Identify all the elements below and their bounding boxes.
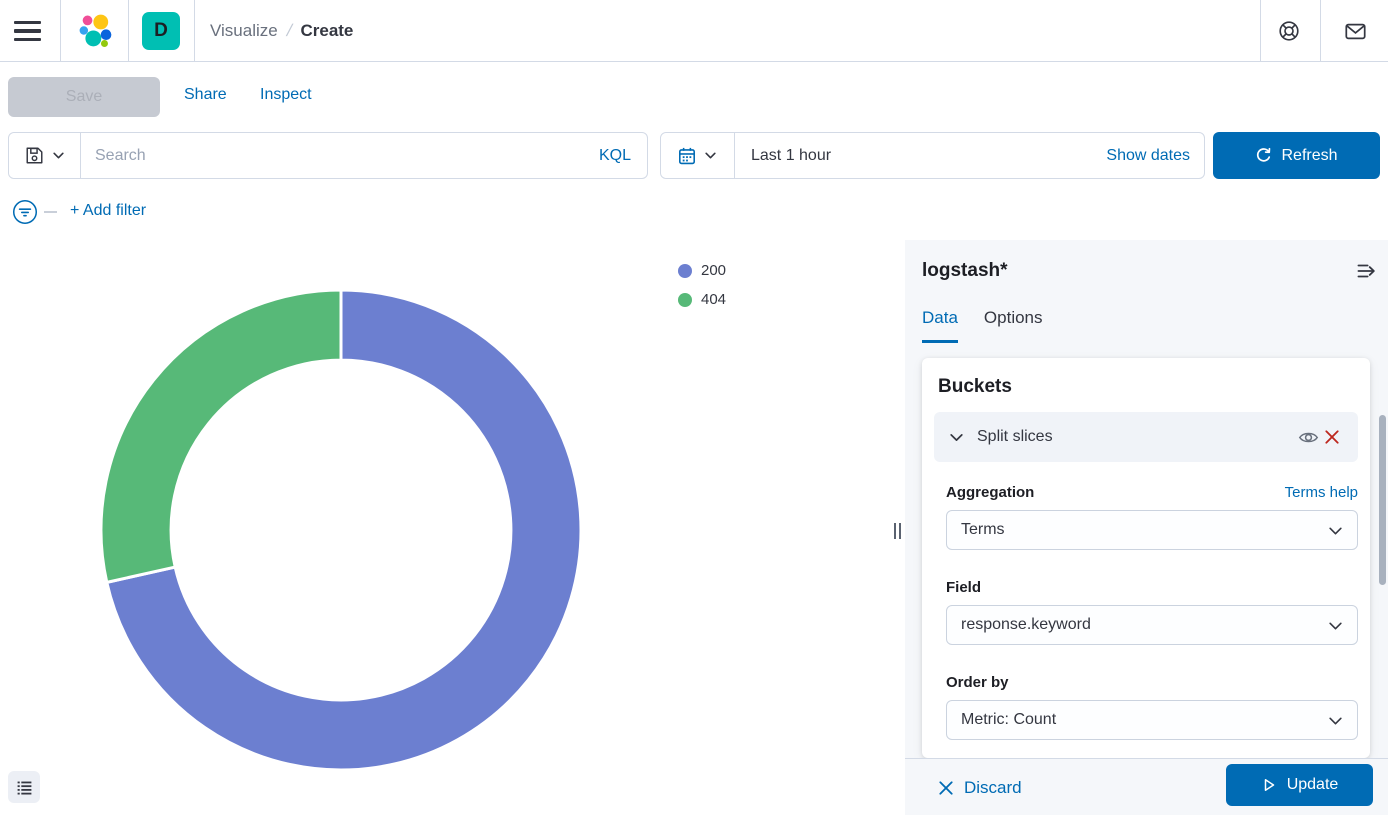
refresh-button[interactable]: Refresh bbox=[1213, 132, 1380, 179]
order-by-value: Metric: Count bbox=[961, 711, 1328, 729]
search-bar-group: KQL bbox=[8, 132, 648, 179]
time-range-value[interactable]: Last 1 hour bbox=[735, 133, 1092, 178]
panel-resizer-handle[interactable] bbox=[889, 520, 905, 542]
buckets-title: Buckets bbox=[938, 376, 1012, 398]
discard-label: Discard bbox=[964, 778, 1022, 798]
main-content: 200 404 logstash* bbox=[0, 240, 1388, 815]
buckets-card: Buckets Split slices bbox=[922, 358, 1370, 758]
legend-label: 404 bbox=[701, 291, 726, 308]
elastic-logo-icon[interactable] bbox=[78, 13, 114, 49]
list-icon bbox=[16, 779, 33, 796]
legend-label: 200 bbox=[701, 262, 726, 279]
share-button[interactable]: Share bbox=[184, 62, 227, 128]
visualization-editor-panel: logstash* Data Options Buckets bbox=[905, 240, 1388, 815]
chevron-down-icon bbox=[52, 149, 65, 162]
order-by-select[interactable]: Metric: Count bbox=[946, 700, 1358, 740]
breadcrumb-visualize[interactable]: Visualize bbox=[210, 21, 278, 41]
legend-dot bbox=[678, 293, 692, 307]
newsfeed-mail-icon[interactable] bbox=[1341, 17, 1369, 45]
chevron-down-icon bbox=[704, 149, 717, 162]
donut-slice-404[interactable] bbox=[101, 290, 341, 582]
chevron-down-icon bbox=[1328, 523, 1343, 538]
query-language-button[interactable]: KQL bbox=[583, 133, 647, 178]
breadcrumb-separator: / bbox=[284, 21, 294, 41]
legend-dot bbox=[678, 264, 692, 278]
query-bar: KQL Last 1 hour S bbox=[0, 132, 1388, 179]
refresh-icon bbox=[1255, 147, 1272, 164]
discard-button[interactable]: Discard bbox=[938, 759, 1022, 815]
save-query-icon bbox=[25, 146, 44, 165]
close-x-icon bbox=[938, 780, 954, 796]
header-divider bbox=[1320, 0, 1321, 62]
header-divider bbox=[1260, 0, 1261, 62]
order-by-label: Order by bbox=[946, 674, 1009, 691]
visualize-toolbar: Save Share Inspect bbox=[0, 62, 1388, 128]
play-icon bbox=[1261, 777, 1277, 793]
calendar-icon bbox=[678, 147, 696, 165]
breadcrumb-create: Create bbox=[300, 21, 353, 41]
field-label-row: Field bbox=[946, 579, 1358, 596]
filter-dash bbox=[44, 211, 57, 213]
eye-icon[interactable] bbox=[1296, 425, 1320, 449]
kibana-visualize-app: D Visualize / Create Sa bbox=[0, 0, 1388, 815]
chevron-down-icon bbox=[1328, 713, 1343, 728]
header-divider bbox=[60, 0, 61, 62]
update-button[interactable]: Update bbox=[1226, 764, 1373, 806]
index-pattern-title: logstash* bbox=[922, 260, 1008, 282]
top-header: D Visualize / Create bbox=[0, 0, 1388, 62]
aggregation-label: Aggregation bbox=[946, 484, 1034, 501]
collapse-panel-icon[interactable] bbox=[1356, 260, 1378, 282]
date-quick-select-button[interactable] bbox=[661, 133, 735, 178]
update-label: Update bbox=[1287, 776, 1339, 794]
header-divider bbox=[194, 0, 195, 62]
show-dates-button[interactable]: Show dates bbox=[1092, 133, 1204, 178]
aggregation-label-row: Aggregation Terms help bbox=[946, 484, 1358, 501]
field-select[interactable]: response.keyword bbox=[946, 605, 1358, 645]
toggle-legend-button[interactable] bbox=[8, 771, 40, 803]
tab-data[interactable]: Data bbox=[922, 308, 958, 343]
panel-scrollbar-thumb[interactable] bbox=[1379, 415, 1386, 585]
split-slices-label: Split slices bbox=[977, 428, 1296, 446]
legend-item-404[interactable]: 404 bbox=[678, 291, 726, 308]
split-slices-accordion[interactable]: Split slices bbox=[934, 412, 1358, 462]
space-avatar[interactable]: D bbox=[142, 12, 180, 50]
field-label: Field bbox=[946, 579, 981, 596]
terms-help-link[interactable]: Terms help bbox=[1285, 484, 1358, 501]
chevron-down-icon bbox=[948, 429, 965, 446]
breadcrumb: Visualize / Create bbox=[210, 0, 353, 62]
header-divider bbox=[128, 0, 129, 62]
remove-bucket-x-icon[interactable] bbox=[1320, 425, 1344, 449]
inspect-button[interactable]: Inspect bbox=[260, 62, 312, 128]
help-icon[interactable] bbox=[1275, 17, 1303, 45]
menu-icon[interactable] bbox=[14, 17, 46, 45]
legend-item-200[interactable]: 200 bbox=[678, 262, 726, 279]
save-button[interactable]: Save bbox=[8, 77, 160, 117]
aggregation-select[interactable]: Terms bbox=[946, 510, 1358, 550]
filter-bar: + Add filter bbox=[0, 187, 1388, 235]
donut-chart bbox=[91, 280, 591, 780]
filter-options-icon[interactable] bbox=[12, 199, 38, 225]
editor-tabs: Data Options bbox=[922, 308, 1043, 343]
chart-legend: 200 404 bbox=[678, 262, 726, 308]
chevron-down-icon bbox=[1328, 618, 1343, 633]
add-filter-button[interactable]: + Add filter bbox=[70, 187, 146, 235]
order-by-label-row: Order by bbox=[946, 674, 1358, 691]
visualization-chart-area: 200 404 bbox=[0, 240, 905, 815]
refresh-label: Refresh bbox=[1281, 147, 1337, 165]
search-input[interactable] bbox=[81, 133, 583, 178]
editor-footer: Discard Update bbox=[905, 758, 1388, 815]
tab-options[interactable]: Options bbox=[984, 308, 1043, 343]
time-picker-group: Last 1 hour Show dates bbox=[660, 132, 1205, 179]
field-value: response.keyword bbox=[961, 616, 1328, 634]
saved-query-menu-button[interactable] bbox=[9, 133, 81, 178]
aggregation-value: Terms bbox=[961, 521, 1328, 539]
